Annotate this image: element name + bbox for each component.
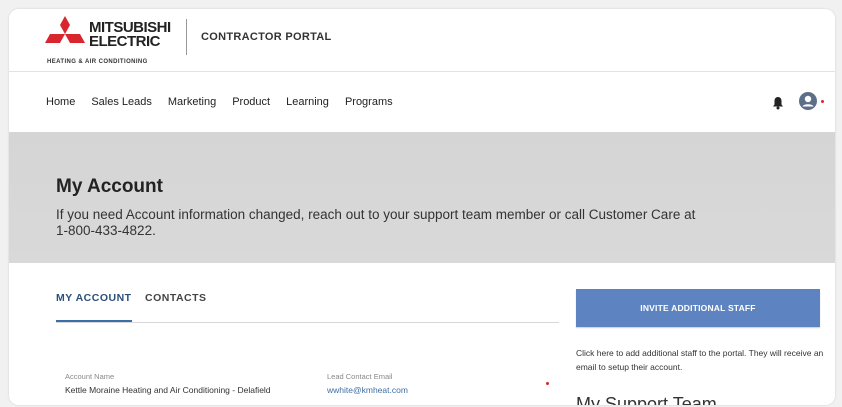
header-divider	[186, 19, 187, 55]
brand-tagline: HEATING & AIR CONDITIONING	[47, 59, 148, 65]
user-avatar-icon[interactable]	[799, 92, 817, 110]
nav-item-learning[interactable]: Learning	[286, 96, 329, 108]
account-content: MY ACCOUNT CONTACTS Account Name Kettle …	[9, 263, 835, 405]
support-team-heading: My Support Team	[576, 394, 717, 405]
page-hero: My Account If you need Account informati…	[9, 132, 835, 263]
notification-dot	[821, 100, 824, 103]
account-name-value[interactable]: Kettle Moraine Heating and Air Condition…	[65, 384, 287, 396]
lead-email-label: Lead Contact Email	[327, 372, 393, 381]
required-indicator	[546, 382, 549, 385]
top-header: MITSUBISHI ELECTRIC HEATING & AIR CONDIT…	[9, 9, 835, 71]
page-description: If you need Account information changed,…	[56, 207, 696, 238]
main-nav: Home Sales Leads Marketing Product Learn…	[9, 71, 835, 133]
brand-name-line2: ELECTRIC	[89, 33, 161, 50]
portal-title: CONTRACTOR PORTAL	[201, 31, 332, 43]
invite-description: Click here to add additional staff to th…	[576, 348, 824, 372]
mitsubishi-logo[interactable]: MITSUBISHI ELECTRIC HEATING & AIR CONDIT…	[45, 15, 185, 67]
nav-item-product[interactable]: Product	[232, 96, 270, 108]
three-diamonds-icon	[45, 16, 85, 43]
tab-contacts[interactable]: CONTACTS	[145, 292, 207, 310]
nav-item-home[interactable]: Home	[46, 96, 75, 108]
nav-item-sales-leads[interactable]: Sales Leads	[91, 96, 152, 108]
invite-staff-button[interactable]: INVITE ADDITIONAL STAFF	[576, 289, 820, 327]
page-title: My Account	[56, 176, 163, 197]
nav-item-programs[interactable]: Programs	[345, 96, 393, 108]
nav-item-marketing[interactable]: Marketing	[168, 96, 216, 108]
lead-email-value[interactable]: wwhite@kmheat.com	[327, 384, 408, 396]
account-name-label: Account Name	[65, 372, 115, 381]
nav-list: Home Sales Leads Marketing Product Learn…	[46, 72, 393, 132]
bell-icon[interactable]	[772, 96, 784, 110]
browser-frame: MITSUBISHI ELECTRIC HEATING & AIR CONDIT…	[9, 9, 835, 405]
tab-my-account[interactable]: MY ACCOUNT	[56, 292, 132, 322]
account-tabs: MY ACCOUNT CONTACTS	[56, 292, 559, 323]
